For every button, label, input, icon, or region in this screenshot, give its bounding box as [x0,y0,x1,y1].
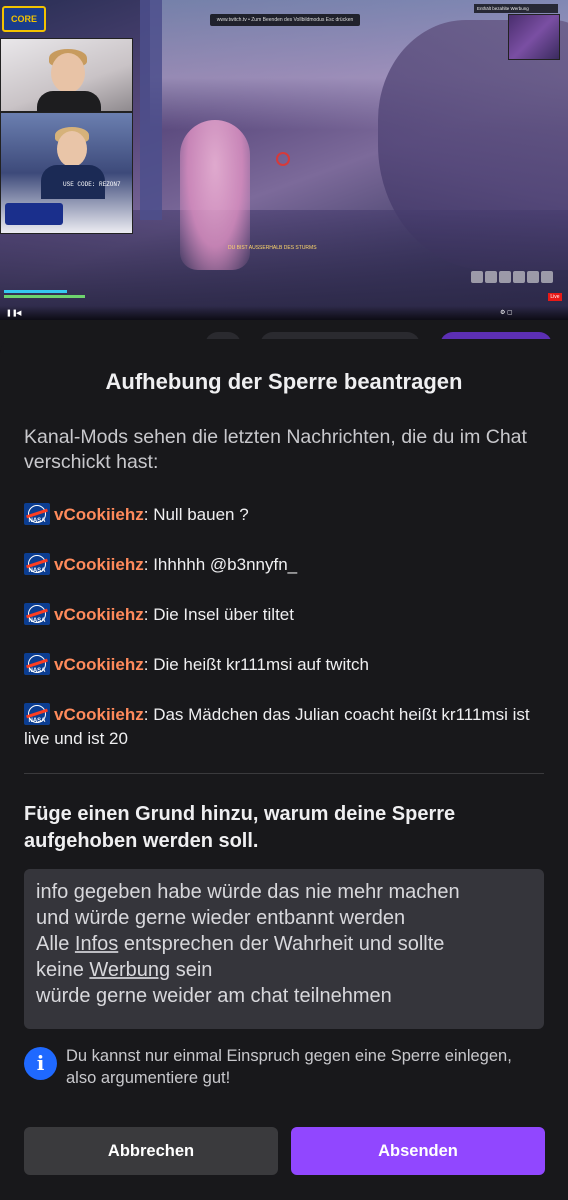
sheet-title: Aufhebung der Sperre beantragen [105,369,463,394]
chat-message: NASA vCookiiehz: Das Mädchen das Julian c… [24,703,544,751]
reason-heading: Füge einen Grund hinzu, warum deine Sper… [24,803,456,852]
video-controls: ❚❚ ◀ ⚙ ▢ [0,306,568,320]
chat-message-text: : Ihhhhh @b3nnyfn_ [143,555,298,574]
core-logo: CORE [2,6,46,32]
nasa-badge-icon: NASA [24,703,50,725]
chat-username: vCookiiehz [54,505,144,524]
paid-promotion-label: Enthält bezahlte Werbung [474,4,558,13]
chat-message: NASA vCookiiehz: Ihhhhh @b3nnyfn_ [24,553,544,577]
game-minimap [508,14,560,60]
settings-icon[interactable]: ⚙ ▢ [500,309,513,316]
chat-message: NASA vCookiiehz: Die heißt kr111msi auf t… [24,653,544,677]
nasa-badge-icon: NASA [24,503,50,525]
keyboard [5,203,63,225]
intro-text: Kanal-Mods sehen die letzten Nachrichten… [24,426,527,473]
webcam-overlay-1 [0,38,133,113]
cancel-button[interactable]: Abbrechen [24,1127,278,1175]
chat-message-text: : Die Insel über tiltet [143,605,294,624]
chat-username: vCookiiehz [54,555,144,574]
fullscreen-exit-hint: www.twitch.tv • Zum Beenden des Vollbild… [210,14,360,26]
game-wall [140,0,162,220]
info-icon: i [24,1047,57,1080]
video-player[interactable]: CORE USE CODE: REZON7 www.twitch.tv • Zu… [0,0,568,320]
submit-button[interactable]: Absenden [291,1127,545,1175]
chat-username: vCookiiehz [54,655,144,674]
nasa-badge-icon: NASA [24,653,50,675]
live-badge: Live [548,293,562,301]
reason-textarea[interactable]: info gegeben habe würde das nie mehr mac… [24,869,544,1029]
chat-message-text: : Null bauen ? [143,505,249,524]
chat-message: NASA vCookiiehz: Null bauen ? [24,503,544,527]
webcam-overlay-2: USE CODE: REZON7 [0,112,133,234]
info-text: Du kannst nur einmal Einspruch gegen ein… [66,1047,512,1087]
cam-code-label: USE CODE: REZON7 [63,181,121,188]
nasa-badge-icon: NASA [24,553,50,575]
crosshair-icon [276,152,290,166]
chat-message: NASA vCookiiehz: Die Insel über tiltet [24,603,544,627]
chat-username: vCookiiehz [54,605,144,624]
nasa-badge-icon: NASA [24,603,50,625]
volume-icon[interactable]: ◀ [16,309,21,317]
divider [24,773,544,774]
chat-username: vCookiiehz [54,705,144,724]
unban-request-sheet: Aufhebung der Sperre beantragen Kanal-Mo… [0,339,568,1200]
chat-message-text: : Die heißt kr111msi auf twitch [143,655,369,674]
hud-storm-warning: DU BIST AUSSERHALB DES STURMS [228,245,317,251]
hud-health-shield [4,290,94,298]
